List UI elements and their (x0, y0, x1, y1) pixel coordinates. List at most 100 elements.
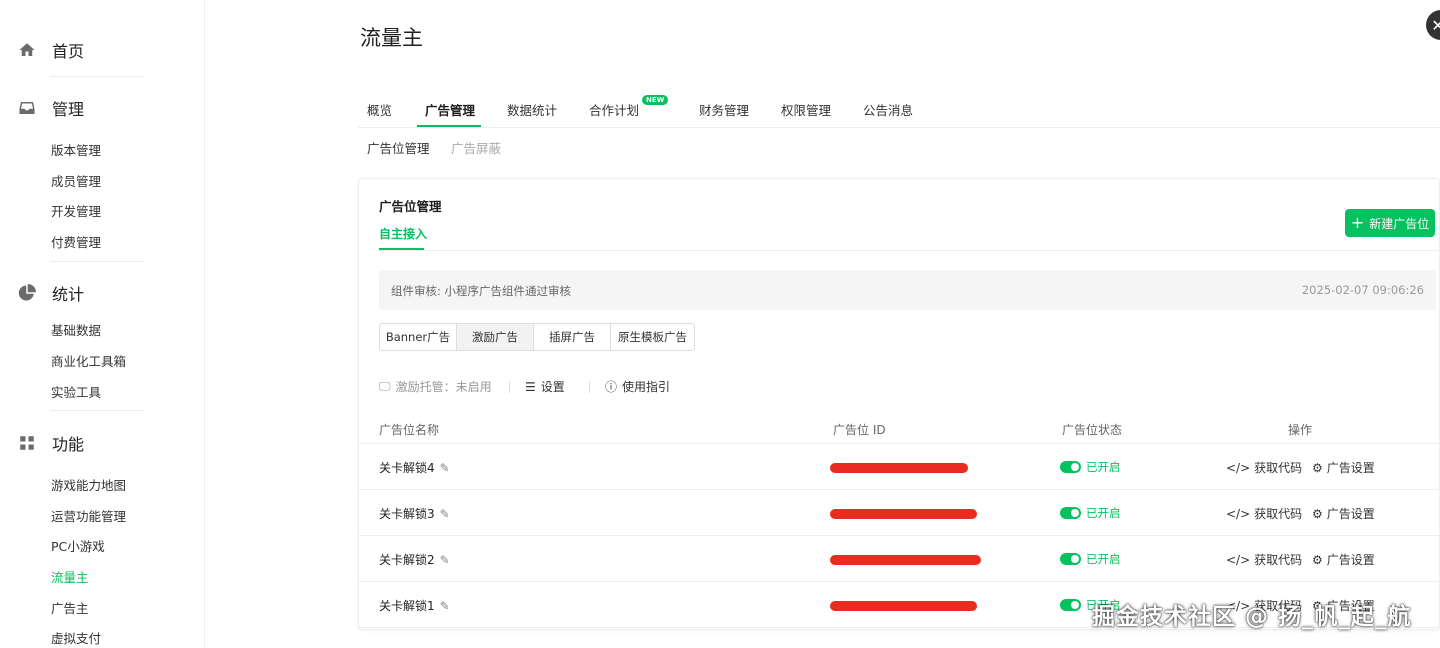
divider (50, 261, 145, 262)
sidebar-item-virtual-pay[interactable]: 虚拟支付 (51, 628, 101, 647)
hosting-label: 激励托管：未启用 (395, 380, 492, 394)
redacted-ad-slot-id (830, 555, 981, 565)
tab-permissions[interactable]: 权限管理 (781, 100, 831, 119)
get-code-label: 获取代码 (1254, 461, 1303, 475)
sidebar-item-members[interactable]: 成员管理 (51, 171, 101, 190)
sidebar-item-home[interactable]: 首页 (18, 38, 84, 62)
get-code-button[interactable]: </> 获取代码 (1226, 459, 1302, 476)
ad-type-banner[interactable]: Banner广告 (380, 324, 457, 350)
subtab-ad-slot[interactable]: 广告位管理 (367, 138, 430, 157)
status-text: 已开启 (1086, 506, 1121, 520)
ad-slot-name-text: 关卡解锁1 (379, 599, 435, 613)
tab-overview[interactable]: 概览 (367, 100, 392, 119)
table-row: 关卡解锁4 ✎ 已开启 </> 获取代码 ⚙ 广告设置 (359, 444, 1440, 490)
help-icon: ⓘ (605, 380, 618, 394)
code-icon: </> (1226, 460, 1251, 475)
tab-ad-management[interactable]: 广告管理 (425, 100, 475, 119)
edit-icon[interactable]: ✎ (440, 599, 450, 613)
sidebar-item-version[interactable]: 版本管理 (51, 140, 101, 159)
tab-data-stats[interactable]: 数据统计 (507, 100, 557, 119)
gear-icon: ⚙ (1312, 506, 1323, 521)
sidebar-item-dev[interactable]: 开发管理 (51, 201, 101, 220)
status-toggle[interactable] (1060, 553, 1081, 565)
settings-button[interactable]: ☰ 设置 (525, 378, 565, 395)
status-toggle[interactable] (1060, 461, 1081, 473)
ad-slot-name-text: 关卡解锁4 (379, 461, 435, 475)
ad-slot-name: 关卡解锁1 ✎ (379, 597, 450, 614)
sidebar-item-traffic-owner[interactable]: 流量主 (51, 567, 89, 586)
sidebar-item-pc-game[interactable]: PC小游戏 (51, 536, 105, 555)
divider (589, 381, 590, 393)
redacted-ad-slot-id (830, 509, 977, 519)
guide-button[interactable]: ⓘ 使用指引 (605, 378, 670, 395)
gear-icon: ⚙ (1312, 552, 1323, 567)
code-icon: </> (1226, 552, 1251, 567)
sidebar-section-label: 功能 (52, 435, 85, 454)
sidebar-section-label: 首页 (52, 42, 85, 61)
ad-slot-name: 关卡解锁4 ✎ (379, 459, 450, 476)
sidebar-section-manage[interactable]: 管理 (18, 96, 84, 120)
edit-icon[interactable]: ✎ (440, 507, 450, 521)
notice-time: 2025-02-07 09:06:26 (1301, 283, 1424, 297)
tab-self-access[interactable]: 自主接入 (379, 225, 427, 242)
ad-slot-status: 已开启 (1060, 459, 1121, 475)
monitor-icon: 🖵 (379, 379, 391, 393)
pie-chart-icon (18, 284, 36, 301)
notice-text: 组件审核: 小程序广告组件通过审核 (391, 284, 572, 298)
main-tabs: 概览 广告管理 数据统计 合作计划 NEW 财务管理 权限管理 公告消息 (358, 95, 1440, 128)
ad-slot-status: 已开启 (1060, 505, 1121, 521)
status-toggle[interactable] (1060, 599, 1081, 611)
tab-announcements[interactable]: 公告消息 (863, 100, 913, 119)
page-title: 流量主 (360, 26, 423, 50)
get-code-label: 获取代码 (1254, 507, 1303, 521)
ad-slot-status: 已开启 (1060, 551, 1121, 567)
ad-settings-label: 广告设置 (1326, 461, 1375, 475)
edit-icon[interactable]: ✎ (440, 461, 450, 475)
edit-icon[interactable]: ✎ (440, 553, 450, 567)
ad-settings-button[interactable]: ⚙ 广告设置 (1312, 551, 1375, 568)
table-row: 关卡解锁3 ✎ 已开启 </> 获取代码 ⚙ 广告设置 (359, 490, 1440, 536)
ad-slot-card: 广告位管理 自主接入 + 新建广告位 组件审核: 小程序广告组件通过审核 202… (358, 178, 1440, 630)
status-toggle[interactable] (1060, 507, 1081, 519)
ad-settings-button[interactable]: ⚙ 广告设置 (1312, 459, 1375, 476)
column-header-id: 广告位 ID (833, 423, 886, 437)
close-button[interactable]: ✕ (1426, 10, 1440, 40)
sidebar-item-operations[interactable]: 运营功能管理 (51, 506, 126, 525)
get-code-button[interactable]: </> 获取代码 (1226, 551, 1302, 568)
column-header-name: 广告位名称 (379, 423, 440, 437)
ad-type-selector: Banner广告 激励广告 插屏广告 原生模板广告 (379, 323, 695, 351)
sliders-icon: ☰ (525, 379, 536, 394)
tab-finance[interactable]: 财务管理 (699, 100, 749, 119)
get-code-button[interactable]: </> 获取代码 (1226, 505, 1302, 522)
sidebar-item-ability-map[interactable]: 游戏能力地图 (51, 475, 126, 494)
sidebar-item-basic-data[interactable]: 基础数据 (51, 320, 101, 339)
review-notice: 组件审核: 小程序广告组件通过审核 2025-02-07 09:06:26 (379, 270, 1436, 310)
settings-label: 设置 (540, 380, 565, 394)
active-tab-indicator (417, 125, 481, 127)
ad-settings-button[interactable]: ⚙ 广告设置 (1312, 505, 1375, 522)
main-content: 流量主 ✕ 概览 广告管理 数据统计 合作计划 NEW 财务管理 权限管理 公告… (358, 0, 1440, 648)
sidebar-item-experiment[interactable]: 实验工具 (51, 382, 101, 401)
sidebar-item-toolbox[interactable]: 商业化工具箱 (51, 351, 126, 370)
sidebar-item-payment[interactable]: 付费管理 (51, 232, 101, 251)
sidebar-item-advertiser[interactable]: 广告主 (51, 598, 89, 617)
rewarded-hosting[interactable]: 🖵 激励托管：未启用 (379, 378, 492, 395)
ad-settings-label: 广告设置 (1326, 507, 1375, 521)
ad-type-rewarded[interactable]: 激励广告 (457, 324, 534, 350)
divider (50, 410, 145, 411)
card-title: 广告位管理 (379, 199, 442, 214)
divider (379, 250, 1440, 251)
ad-type-interstitial[interactable]: 插屏广告 (534, 324, 611, 350)
new-ad-slot-button[interactable]: + 新建广告位 (1345, 209, 1435, 237)
sidebar: 首页 管理 版本管理 成员管理 开发管理 付费管理 统计 基础数据 商业化工具箱… (0, 0, 205, 648)
subtab-ad-block[interactable]: 广告屏蔽 (451, 138, 501, 157)
tab-cooperation[interactable]: 合作计划 (589, 100, 639, 119)
plus-icon: + (1350, 213, 1365, 232)
ad-type-native[interactable]: 原生模板广告 (611, 324, 694, 350)
ad-slot-name-text: 关卡解锁3 (379, 507, 435, 521)
close-icon: ✕ (1431, 15, 1440, 35)
sidebar-section-stats[interactable]: 统计 (18, 281, 84, 305)
sidebar-section-label: 管理 (52, 100, 85, 119)
sidebar-section-features[interactable]: 功能 (18, 431, 84, 455)
ad-slot-name: 关卡解锁3 ✎ (379, 505, 450, 522)
